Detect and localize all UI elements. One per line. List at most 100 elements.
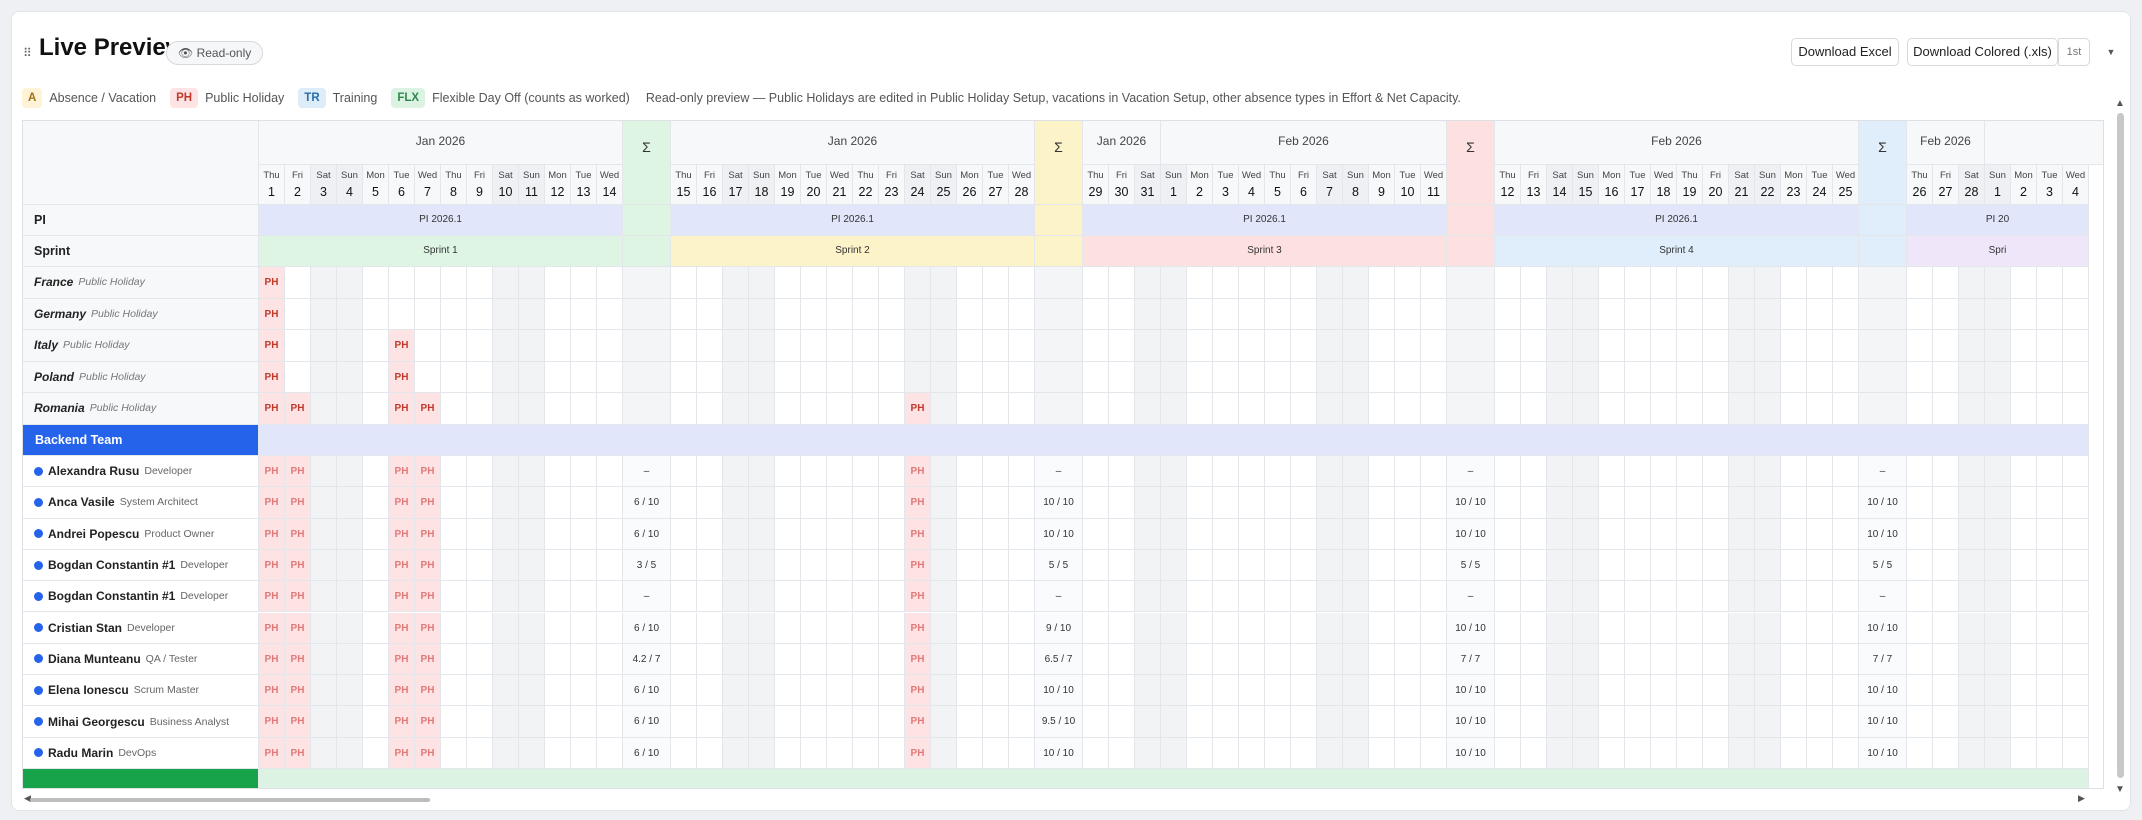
day-cell[interactable] <box>879 487 905 519</box>
day-cell[interactable] <box>1395 393 1421 425</box>
day-cell[interactable] <box>2037 361 2063 393</box>
day-cell[interactable] <box>467 330 493 362</box>
day-cell[interactable] <box>1369 456 1395 488</box>
day-cell[interactable] <box>801 643 827 676</box>
public-holiday-cell[interactable]: PH <box>389 549 415 582</box>
day-cell[interactable] <box>1369 643 1395 676</box>
day-cell[interactable] <box>1755 456 1781 488</box>
public-holiday-cell[interactable]: PH <box>905 581 931 613</box>
day-cell[interactable] <box>1755 706 1781 738</box>
day-cell[interactable] <box>723 581 749 613</box>
day-cell[interactable] <box>597 612 623 644</box>
day-cell[interactable] <box>1213 706 1239 738</box>
public-holiday-cell[interactable]: PH <box>389 393 415 425</box>
day-cell[interactable] <box>597 456 623 488</box>
day-cell[interactable] <box>415 267 441 299</box>
day-cell[interactable] <box>1265 549 1291 582</box>
day-cell[interactable] <box>1907 518 1933 550</box>
day-cell[interactable] <box>1985 330 2011 362</box>
day-cell[interactable] <box>775 456 801 488</box>
member-row-label[interactable]: Andrei Popescu Product Owner <box>23 518 259 550</box>
day-cell[interactable] <box>571 549 597 582</box>
day-cell[interactable] <box>1599 267 1625 299</box>
day-cell[interactable] <box>1135 737 1161 769</box>
day-cell[interactable] <box>1677 612 1703 644</box>
day-cell[interactable] <box>1369 675 1395 707</box>
day-cell[interactable] <box>1317 737 1343 769</box>
day-cell[interactable] <box>983 298 1009 330</box>
day-cell[interactable] <box>931 643 957 676</box>
day-cell[interactable] <box>1009 581 1035 613</box>
day-cell[interactable] <box>1421 361 1447 393</box>
day-cell[interactable] <box>1907 612 1933 644</box>
day-cell[interactable] <box>1135 267 1161 299</box>
day-cell[interactable] <box>1933 267 1959 299</box>
day-cell[interactable] <box>1729 456 1755 488</box>
day-cell[interactable] <box>1317 456 1343 488</box>
day-cell[interactable] <box>2037 581 2063 613</box>
day-cell[interactable] <box>363 330 389 362</box>
day-cell[interactable] <box>723 737 749 769</box>
day-cell[interactable] <box>1083 267 1109 299</box>
day-cell[interactable] <box>1807 267 1833 299</box>
day-cell[interactable] <box>597 549 623 582</box>
public-holiday-cell[interactable]: PH <box>259 298 285 330</box>
day-cell[interactable] <box>1781 330 1807 362</box>
day-cell[interactable] <box>1495 549 1521 582</box>
day-cell[interactable] <box>311 612 337 644</box>
day-cell[interactable] <box>1265 393 1291 425</box>
day-cell[interactable] <box>957 267 983 299</box>
day-cell[interactable] <box>1933 330 1959 362</box>
member-row-label[interactable]: Diana Munteanu QA / Tester <box>23 643 259 676</box>
day-cell[interactable] <box>775 487 801 519</box>
day-cell[interactable] <box>749 267 775 299</box>
day-cell[interactable] <box>2063 737 2089 769</box>
day-cell[interactable] <box>441 487 467 519</box>
day-cell[interactable] <box>285 267 311 299</box>
day-cell[interactable] <box>1781 737 1807 769</box>
day-cell[interactable] <box>931 706 957 738</box>
public-holiday-cell[interactable]: PH <box>389 706 415 738</box>
day-cell[interactable] <box>2063 706 2089 738</box>
day-cell[interactable] <box>1213 518 1239 550</box>
day-cell[interactable] <box>1933 456 1959 488</box>
day-cell[interactable] <box>723 549 749 582</box>
day-cell[interactable] <box>983 393 1009 425</box>
day-cell[interactable] <box>775 393 801 425</box>
day-cell[interactable] <box>1985 456 2011 488</box>
day-cell[interactable] <box>493 737 519 769</box>
day-cell[interactable] <box>1109 393 1135 425</box>
day-cell[interactable] <box>2011 549 2037 582</box>
day-cell[interactable] <box>1161 330 1187 362</box>
day-cell[interactable] <box>311 581 337 613</box>
day-cell[interactable] <box>1833 361 1859 393</box>
day-cell[interactable] <box>1495 393 1521 425</box>
day-cell[interactable] <box>1395 612 1421 644</box>
day-cell[interactable] <box>1933 675 1959 707</box>
day-cell[interactable] <box>723 330 749 362</box>
day-cell[interactable] <box>1755 549 1781 582</box>
day-cell[interactable] <box>1599 487 1625 519</box>
day-cell[interactable] <box>363 643 389 676</box>
day-cell[interactable] <box>1599 675 1625 707</box>
day-cell[interactable] <box>597 393 623 425</box>
day-cell[interactable] <box>1933 643 1959 676</box>
day-cell[interactable] <box>1651 737 1677 769</box>
day-cell[interactable] <box>1291 361 1317 393</box>
public-holiday-cell[interactable]: PH <box>905 737 931 769</box>
day-cell[interactable] <box>1395 487 1421 519</box>
member-row-label[interactable]: Alexandra Rusu Developer <box>23 456 259 488</box>
day-cell[interactable] <box>1729 737 1755 769</box>
day-cell[interactable] <box>931 393 957 425</box>
day-cell[interactable] <box>1495 298 1521 330</box>
day-cell[interactable] <box>671 581 697 613</box>
day-cell[interactable] <box>1291 518 1317 550</box>
day-cell[interactable] <box>1135 393 1161 425</box>
day-cell[interactable] <box>1781 643 1807 676</box>
day-cell[interactable] <box>957 518 983 550</box>
day-cell[interactable] <box>1395 456 1421 488</box>
day-cell[interactable] <box>1781 675 1807 707</box>
day-cell[interactable] <box>1651 487 1677 519</box>
day-cell[interactable] <box>1573 549 1599 582</box>
day-cell[interactable] <box>2037 267 2063 299</box>
